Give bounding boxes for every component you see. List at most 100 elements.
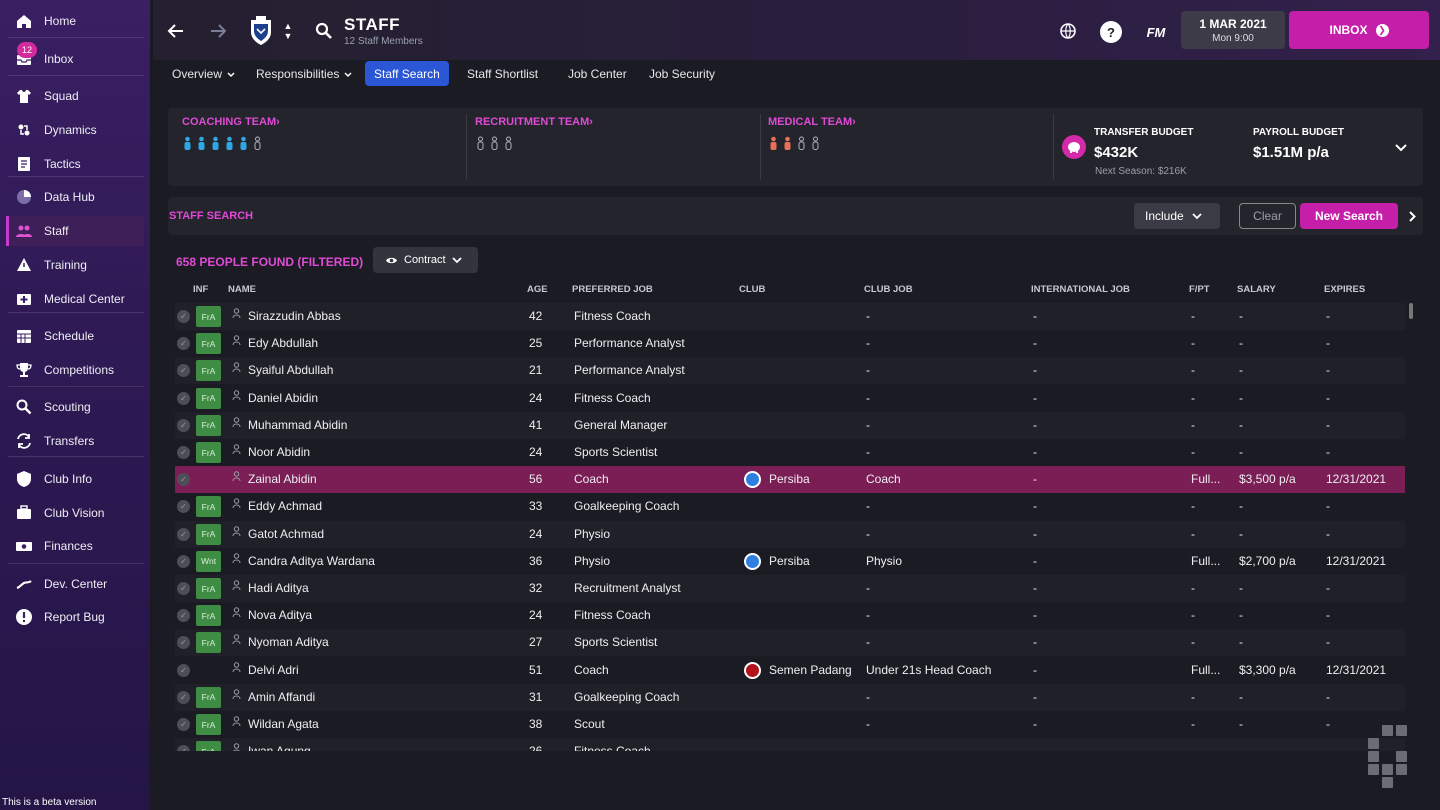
sidebar-item-club-info[interactable]: Club Info — [6, 464, 144, 494]
sidebar-item-training[interactable]: Training — [6, 250, 144, 280]
staff-name[interactable]: Edy Abdullah — [248, 330, 498, 357]
shortlist-check-icon[interactable]: ✓ — [177, 663, 190, 677]
staff-name[interactable]: Muhammad Abidin — [248, 412, 498, 439]
sidebar-item-medical-center[interactable]: Medical Center — [6, 284, 144, 314]
clear-button[interactable]: Clear — [1239, 203, 1296, 229]
club-crest-icon[interactable] — [744, 661, 761, 679]
recruitment-team-link[interactable]: RECRUITMENT TEAM› — [475, 116, 593, 128]
forward-button[interactable] — [205, 18, 231, 44]
sidebar-item-data-hub[interactable]: Data Hub — [6, 182, 144, 212]
sidebar-item-dynamics[interactable]: Dynamics — [6, 115, 144, 145]
table-row[interactable]: ✓ FrA Nyoman Aditya 27 Sports Scientist - - - - - — [175, 629, 1405, 657]
sidebar-item-staff[interactable]: Staff — [6, 216, 144, 246]
sidebar-item-home[interactable]: Home — [6, 6, 144, 36]
club-crest-icon[interactable] — [744, 552, 761, 570]
column-header-preferred-job[interactable]: PREFERRED JOB — [572, 284, 653, 295]
staff-name[interactable]: Daniel Abidin — [248, 385, 498, 412]
sidebar-item-club-vision[interactable]: Club Vision — [6, 498, 144, 528]
shortlist-check-icon[interactable]: ✓ — [177, 418, 190, 432]
sidebar-item-competitions[interactable]: Competitions — [6, 355, 144, 385]
column-header-f-pt[interactable]: F/PT — [1189, 284, 1210, 295]
table-row[interactable]: ✓FrAIwan Agung26Fitness Coach----- — [175, 738, 1405, 751]
table-row[interactable]: ✓ FrA Syaiful Abdullah 21 Performance Analys… — [175, 357, 1405, 385]
staff-name[interactable]: Eddy Achmad — [248, 493, 498, 520]
inbox-continue-button[interactable]: INBOX ❯ — [1289, 11, 1429, 49]
sidebar-item-dev-center[interactable]: Dev. Center — [6, 569, 144, 599]
column-header-name[interactable]: NAME — [228, 284, 256, 295]
shortlist-check-icon[interactable]: ✓ — [177, 745, 190, 751]
more-options-button[interactable] — [1404, 203, 1420, 229]
coaching-team-link[interactable]: COACHING TEAM› — [182, 116, 280, 128]
staff-name[interactable]: Zainal Abidin — [248, 466, 498, 493]
column-header-club-job[interactable]: CLUB JOB — [864, 284, 913, 295]
staff-name[interactable]: Iwan Agung — [248, 738, 498, 751]
staff-name[interactable]: Candra Aditya Wardana — [248, 548, 498, 575]
staff-name[interactable]: Syaiful Abdullah — [248, 357, 498, 384]
table-row[interactable]: ✓ FrA Amin Affandi 31 Goalkeeping Coach - - - - - — [175, 683, 1405, 711]
include-dropdown[interactable]: Include — [1134, 203, 1220, 229]
fm-menu-button[interactable]: FM — [1143, 21, 1169, 43]
tab-responsibilities[interactable]: Responsibilities — [247, 61, 361, 86]
club-crest-icon[interactable] — [247, 15, 275, 47]
table-row[interactable]: ✓ FrA Sirazzudin Abbas 42 Fitness Coach - - - - - — [175, 303, 1405, 330]
sidebar-item-tactics[interactable]: Tactics — [6, 149, 144, 179]
tab-job-center[interactable]: Job Center — [559, 61, 636, 86]
medical-team-link[interactable]: MEDICAL TEAM› — [768, 116, 856, 128]
table-row[interactable]: ✓ Delvi Adri 51 Coach Semen Padang Under 21s … — [175, 657, 1405, 684]
staff-name[interactable]: Nova Aditya — [248, 602, 498, 629]
table-row[interactable]: ✓ FrA Eddy Achmad 33 Goalkeeping Coach - - - - - — [175, 493, 1405, 520]
shortlist-check-icon[interactable]: ✓ — [177, 636, 190, 650]
table-row[interactable]: ✓ FrA Edy Abdullah 25 Performance Analyst - - -… — [175, 330, 1405, 357]
shortlist-check-icon[interactable]: ✓ — [177, 527, 190, 541]
shortlist-check-icon[interactable]: ✓ — [177, 337, 190, 351]
staff-name[interactable]: Noor Abidin — [248, 439, 498, 466]
table-row[interactable]: ✓ FrA Nova Aditya 24 Fitness Coach - - - - - — [175, 602, 1405, 629]
staff-name[interactable]: Amin Affandi — [248, 684, 498, 711]
tab-staff-search[interactable]: Staff Search — [365, 61, 449, 86]
tab-overview[interactable]: Overview — [163, 61, 244, 86]
column-header-age[interactable]: AGE — [527, 284, 548, 295]
table-row[interactable]: ✓ FrA Hadi Aditya 32 Recruitment Analyst - - - -… — [175, 575, 1405, 602]
column-header-inf[interactable]: INF — [193, 284, 208, 295]
shortlist-check-icon[interactable]: ✓ — [177, 690, 190, 704]
shortlist-check-icon[interactable]: ✓ — [177, 582, 190, 595]
table-row[interactable]: ✓ Wnt Candra Aditya Wardana 36 Physio Persiba… — [175, 548, 1405, 575]
shortlist-check-icon[interactable]: ✓ — [177, 500, 190, 514]
social-feed-button[interactable] — [1056, 20, 1080, 42]
sidebar-item-transfers[interactable]: Transfers — [6, 426, 144, 456]
shortlist-check-icon[interactable]: ✓ — [177, 391, 190, 405]
table-row[interactable]: ✓ FrA Noor Abidin 24 Sports Scientist - - - - - — [175, 439, 1405, 466]
shortlist-check-icon[interactable]: ✓ — [177, 609, 190, 623]
staff-name[interactable]: Gatot Achmad — [248, 521, 498, 548]
shortlist-check-icon[interactable]: ✓ — [177, 554, 190, 568]
staff-name[interactable]: Delvi Adri — [248, 657, 498, 684]
scrollbar-thumb[interactable] — [1409, 303, 1413, 319]
table-row[interactable]: ✓ FrA Wildan Agata 38 Scout - - - - - — [175, 711, 1405, 738]
back-button[interactable] — [163, 18, 189, 44]
search-button[interactable] — [313, 20, 335, 42]
new-search-button[interactable]: New Search — [1300, 203, 1398, 229]
column-header-expires[interactable]: EXPIRES — [1324, 284, 1365, 295]
tab-job-security[interactable]: Job Security — [640, 61, 724, 86]
column-header-international-job[interactable]: INTERNATIONAL JOB — [1031, 284, 1130, 295]
view-contract-dropdown[interactable]: Contract — [373, 247, 478, 273]
table-row[interactable]: ✓ FrA Daniel Abidin 24 Fitness Coach - - - - - — [175, 385, 1405, 412]
staff-name[interactable]: Nyoman Aditya — [248, 629, 498, 656]
table-row[interactable]: ✓ Zainal Abidin 56 Coach Persiba Coach - Full..… — [175, 466, 1405, 494]
sidebar-item-squad[interactable]: Squad — [6, 81, 144, 111]
sidebar-item-report-bug[interactable]: Report Bug — [6, 602, 144, 632]
help-button[interactable]: ? — [1100, 21, 1122, 43]
column-header-club[interactable]: CLUB — [739, 284, 765, 295]
shortlist-check-icon[interactable]: ✓ — [177, 718, 190, 731]
expand-budget-button[interactable] — [1391, 138, 1411, 158]
shortlist-check-icon[interactable]: ✓ — [177, 310, 190, 323]
club-crest-icon[interactable] — [744, 471, 761, 489]
shortlist-check-icon[interactable]: ✓ — [177, 446, 190, 459]
shortlist-check-icon[interactable]: ✓ — [177, 364, 190, 378]
staff-name[interactable]: Wildan Agata — [248, 711, 498, 738]
staff-name[interactable]: Hadi Aditya — [248, 575, 498, 602]
sidebar-item-finances[interactable]: Finances — [6, 531, 144, 561]
sidebar-item-scouting[interactable]: Scouting — [6, 392, 144, 422]
staff-name[interactable]: Sirazzudin Abbas — [248, 303, 498, 330]
table-row[interactable]: ✓ FrA Gatot Achmad 24 Physio - - - - - — [175, 520, 1405, 548]
